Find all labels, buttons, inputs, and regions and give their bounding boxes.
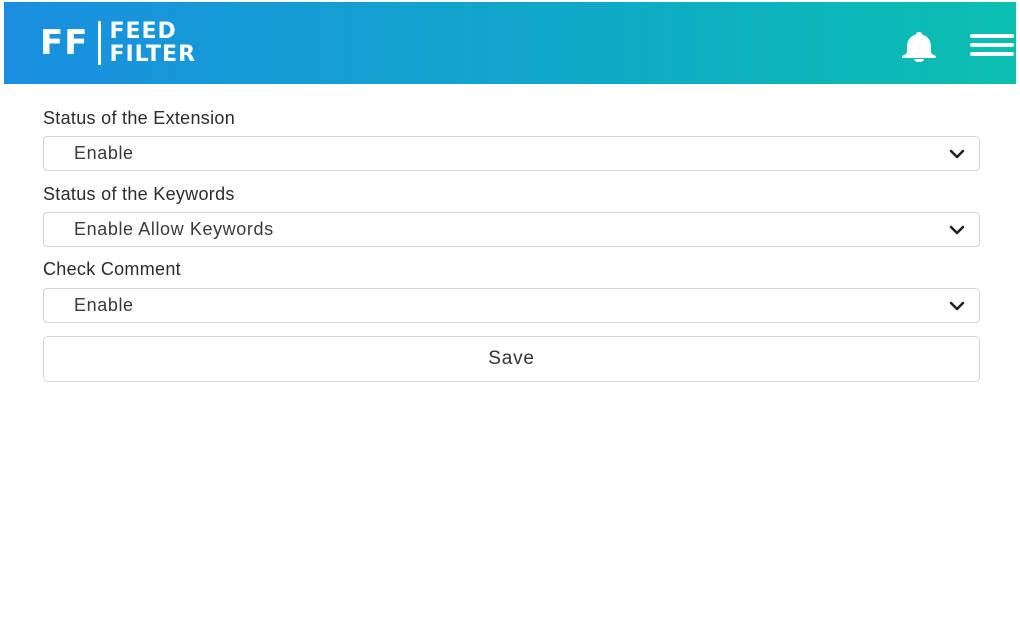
bell-icon[interactable]	[896, 30, 942, 62]
app-header: FF FEED FILTER	[4, 2, 1016, 84]
extension-status-select[interactable]: Enable	[43, 136, 980, 171]
logo-divider	[98, 21, 102, 65]
save-button[interactable]: Save	[43, 336, 980, 382]
logo-wordmark: FEED FILTER	[109, 20, 196, 66]
check-comment-select[interactable]: Enable	[43, 288, 980, 323]
check-comment-value: Enable	[74, 295, 134, 315]
keywords-status-value: Enable Allow Keywords	[74, 219, 274, 239]
chevron-down-icon	[949, 149, 965, 159]
logo-initials: FF	[40, 23, 89, 63]
feed-filter-logo: FF FEED FILTER	[40, 20, 196, 66]
hamburger-menu-icon[interactable]	[970, 34, 1014, 56]
keywords-status-label: Status of the Keywords	[43, 184, 235, 204]
chevron-down-icon	[949, 301, 965, 311]
keywords-status-select[interactable]: Enable Allow Keywords	[43, 212, 980, 247]
check-comment-label: Check Comment	[43, 259, 181, 279]
chevron-down-icon	[949, 225, 965, 235]
extension-status-label: Status of the Extension	[43, 108, 236, 128]
logo-word-feed: FEED	[109, 19, 177, 44]
logo-word-filter: FILTER	[109, 42, 197, 67]
extension-status-value: Enable	[74, 143, 134, 163]
